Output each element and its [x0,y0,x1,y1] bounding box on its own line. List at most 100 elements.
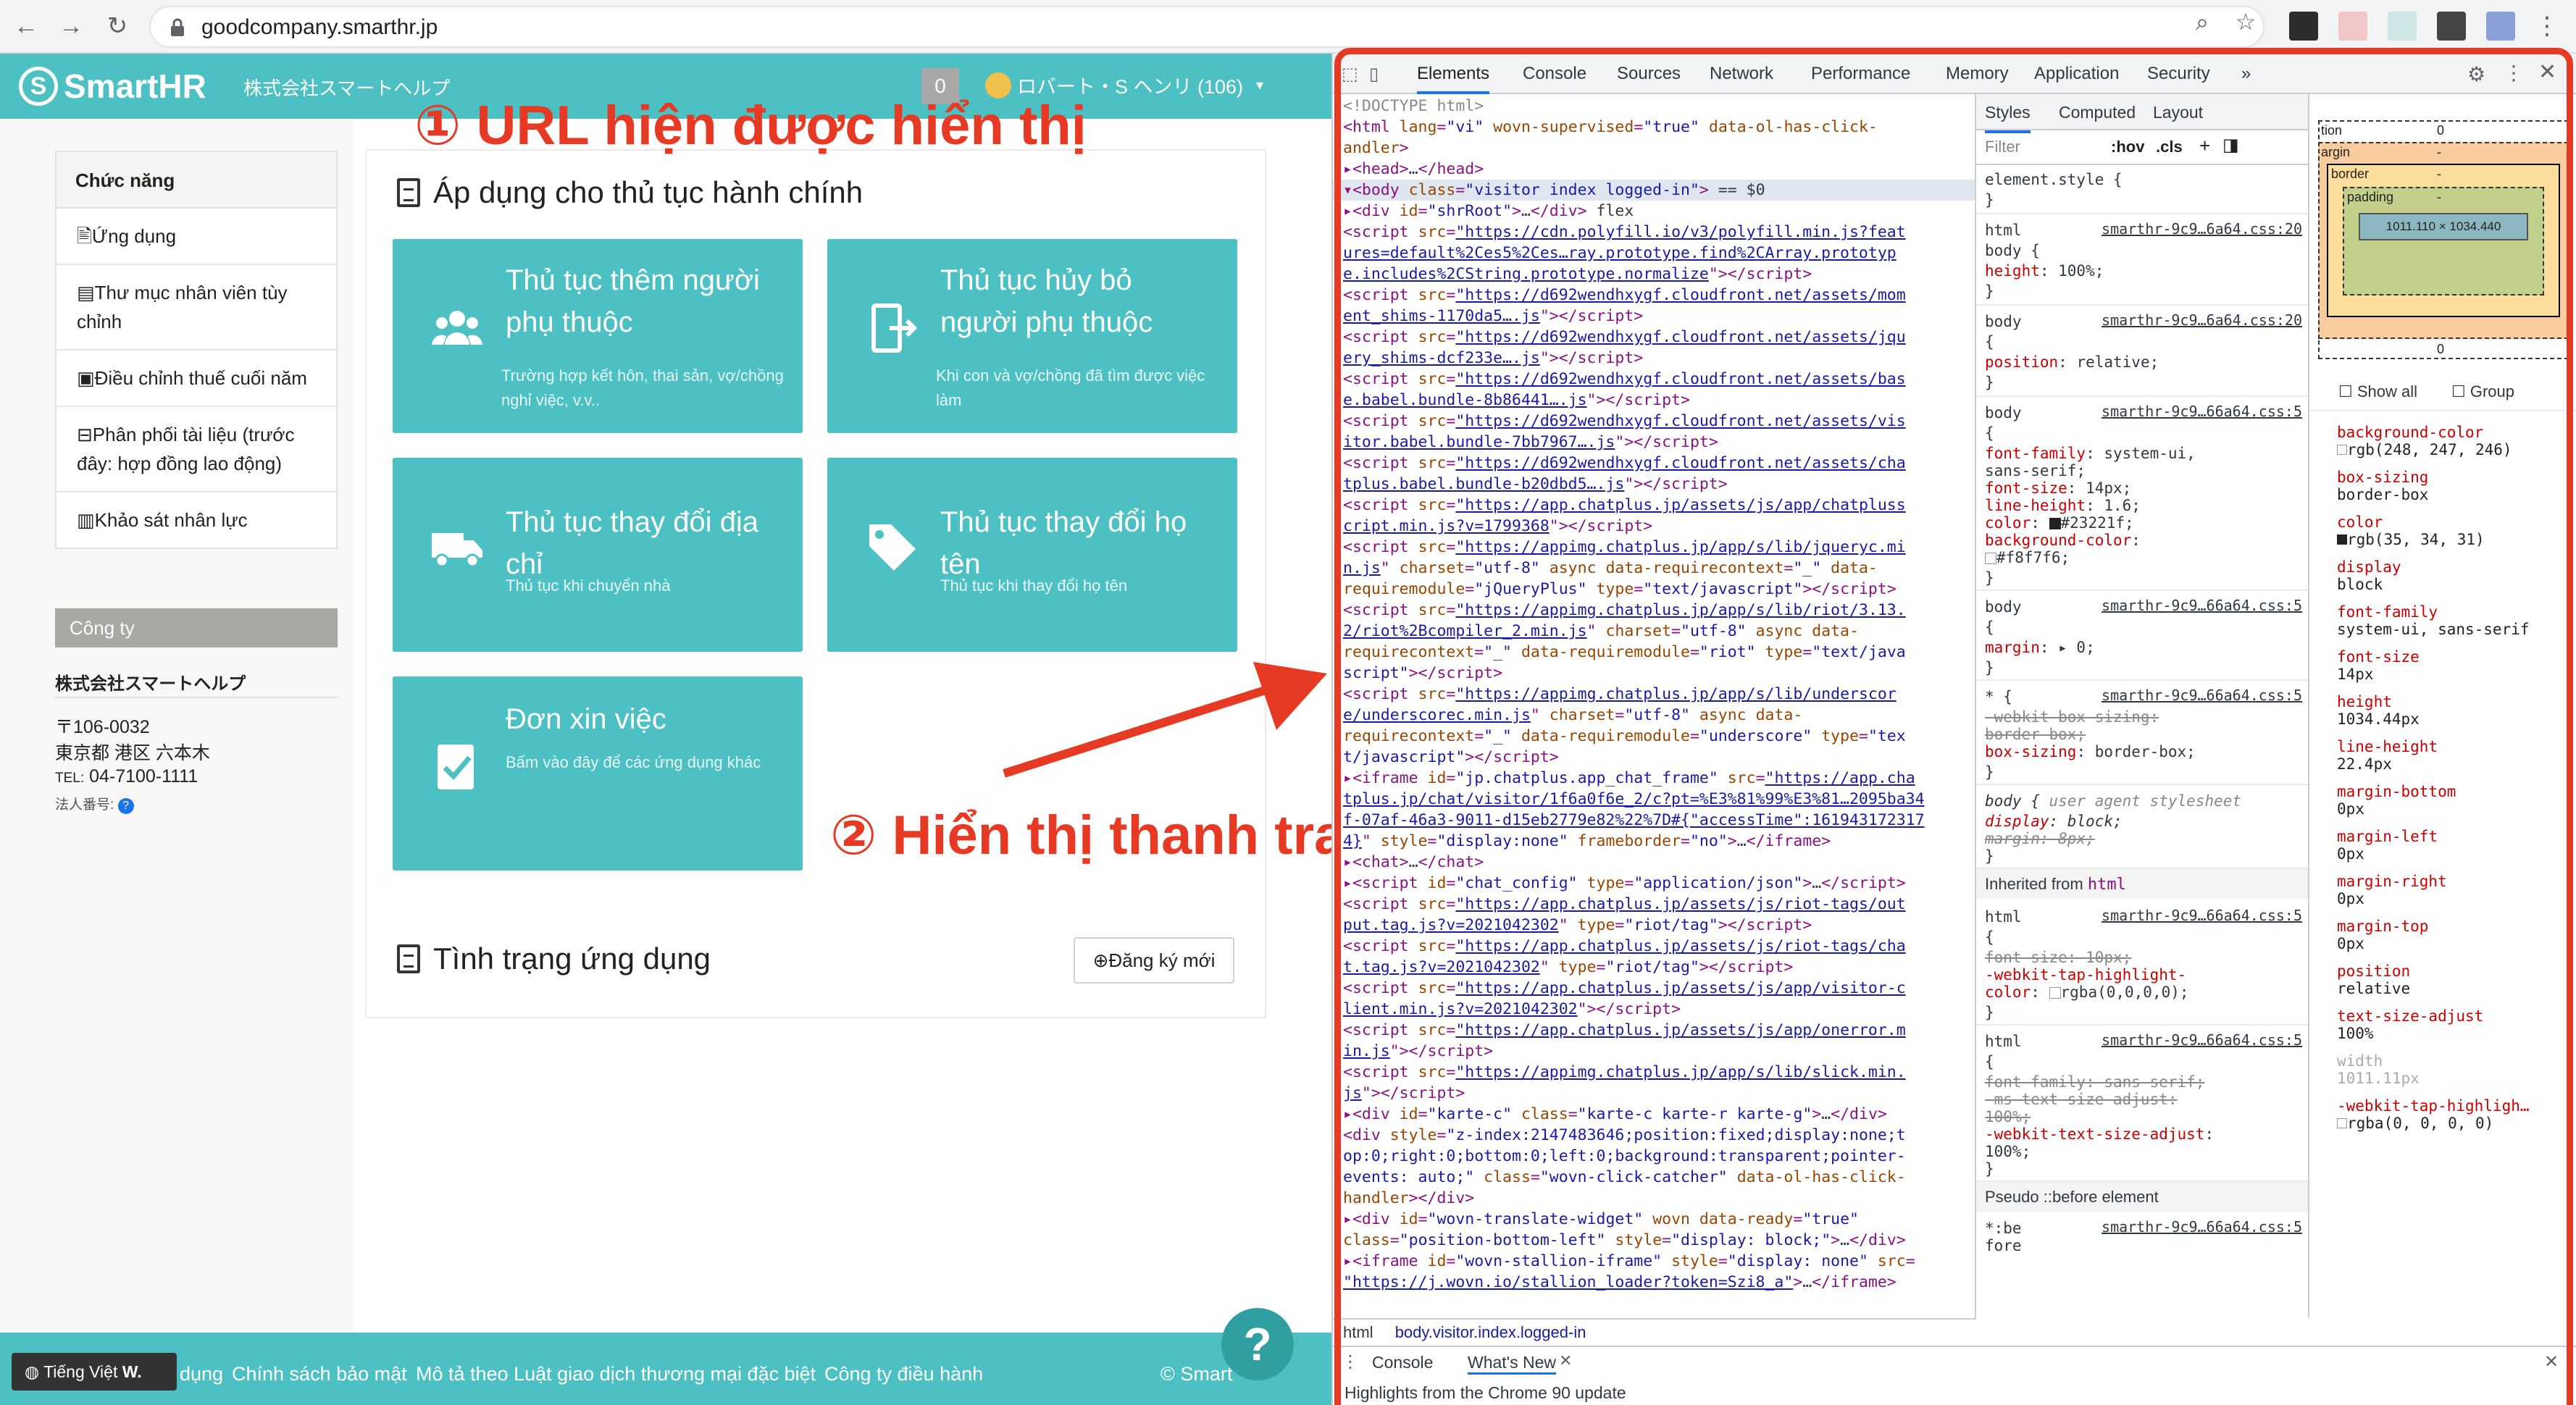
tab-styles[interactable]: Styles [1985,94,2031,133]
computed-prop[interactable]: width [2337,1052,2383,1071]
tab-network[interactable]: Network [1710,54,1773,94]
computed-prop[interactable]: background-color [2337,423,2483,443]
breadcrumb-html[interactable]: html [1343,1323,1373,1341]
computed-prop[interactable]: box-sizing [2337,468,2428,487]
stylesheet-link[interactable]: smarthr-9c9…66a64.css:5 [2102,403,2302,420]
computed-prop[interactable]: font-size [2337,647,2420,667]
dom-line[interactable]: <script src="https://d692wendhxygf.cloud… [1343,285,1906,306]
sidebar-item-applications[interactable]: 🖹Ứng dụng [57,209,336,265]
dom-line[interactable]: lient.min.js?v=2021042302"></script> [1343,999,1681,1020]
computed-prop[interactable]: line-height [2337,737,2438,757]
computed-prop[interactable]: margin-right [2337,872,2447,892]
kebab-menu-icon[interactable]: ⋮ [1342,1351,1359,1372]
computed-prop[interactable]: height [2337,692,2392,712]
dom-line[interactable]: t.tag.js?v=2021042302" type="riot/tag"><… [1343,957,1793,978]
dom-line[interactable]: ▸<iframe id="jp.chatplus.app_chat_frame"… [1343,768,1915,789]
dom-line[interactable]: requiremodule="jQueryPlus" type="text/ja… [1343,579,1897,600]
kebab-menu-icon[interactable]: ⋮ [2504,61,2524,85]
sidebar-item-document-distribution[interactable]: ⊟Phân phối tài liệu (trước đây: hợp đồng… [57,407,336,492]
computed-prop[interactable]: text-size-adjust [2337,1007,2483,1026]
tile-remove-dependent[interactable]: Thủ tục hủy bỏ người phụ thuộc Khi con v… [827,239,1237,433]
forward-icon[interactable]: → [55,10,87,42]
bookmark-star-icon[interactable]: ☆ [2231,7,2260,36]
dom-line[interactable]: ▸<script id="chat_config" type="applicat… [1343,873,1906,894]
dom-line[interactable]: ures=default%2Ces5%2Ces…ray.prototype.fi… [1343,243,1897,264]
rule-line[interactable]: margin: ▸ 0; [1985,637,2095,658]
dom-line[interactable]: tplus.jp/chat/visitor/1f6a0f6e_2/c?pt=%E… [1343,789,1925,810]
dom-line[interactable]: op:0;right:0;bottom:0;left:0;background:… [1343,1146,1906,1167]
tile-add-dependent[interactable]: Thủ tục thêm người phụ thuộc Trường hợp … [393,239,803,433]
dom-line[interactable]: <script src="https://appimg.chatplus.jp/… [1343,600,1906,621]
dom-line[interactable]: itor.babel.bundle-7bb7967….js"></script> [1343,432,1718,453]
cls-toggle[interactable]: .cls [2156,138,2183,156]
stylesheet-link[interactable]: smarthr-9c9…66a64.css:5 [2102,1218,2302,1236]
inspect-element-icon[interactable]: ⬚ [1342,64,1358,85]
dom-line[interactable]: <script src="https://app.chatplus.jp/ass… [1343,978,1906,999]
dom-line[interactable]: ▸<iframe id="wovn-stallion-iframe" style… [1343,1251,1915,1272]
back-icon[interactable]: ← [10,10,42,42]
drawer-tab-whats-new[interactable]: What's New [1468,1353,1556,1375]
dom-line[interactable]: js"></script> [1343,1083,1465,1104]
sidebar-item-survey[interactable]: ▥Khảo sát nhân lực [57,492,336,548]
show-all-checkbox[interactable]: ☐ Show all [2338,382,2417,401]
profile-avatar-icon[interactable] [2486,12,2515,41]
rule-line[interactable]: box-sizing: border-box; [1985,742,2196,762]
device-toggle-icon[interactable]: ▯ [1369,64,1379,85]
stylesheet-link[interactable]: smarthr-9c9…66a64.css:5 [2102,597,2302,614]
tile-job-application[interactable]: Đơn xin việc Bấm vào đây để các ứng dụng… [393,676,803,871]
stylesheet-link[interactable]: smarthr-9c9…66a64.css:5 [2102,1031,2302,1049]
extension-icon[interactable] [2388,12,2417,41]
dom-line[interactable]: andler> [1343,138,1409,159]
dom-line[interactable]: ▸<chat>…</chat> [1343,852,1484,873]
close-icon[interactable]: ✕ [2538,59,2556,85]
computed-prop[interactable]: margin-top [2337,917,2428,936]
styles-filter-input[interactable]: Filter [1985,138,2020,156]
reload-icon[interactable]: ↻ [101,10,133,42]
dom-line[interactable]: ▸<head>…</head> [1343,159,1484,180]
rule-line[interactable]: position: relative; [1985,352,2159,372]
dom-line[interactable]: ▸<div id="shrRoot">…</div> flex [1343,201,1634,222]
inherited-tag[interactable]: html [2088,876,2126,894]
dom-line[interactable]: <script src="https://app.chatplus.jp/ass… [1343,1020,1906,1041]
dom-line[interactable]: <script src="https://d692wendhxygf.cloud… [1343,369,1906,390]
computed-prop[interactable]: margin-bottom [2337,782,2456,802]
address-bar[interactable]: goodcompany.smarthr.jp [149,6,2265,48]
dom-line[interactable]: f-07af-46a3-9011-d15eb2779e82%22%7D#{"ac… [1343,810,1925,831]
sidebar-item-year-end-tax[interactable]: ▣Điều chỉnh thuế cuối năm [57,351,336,407]
extension-icon[interactable] [2338,12,2367,41]
zoom-icon[interactable]: ⌕ [2188,7,2217,36]
dom-line[interactable]: requirecontext="_" data-requiremodule="r… [1343,642,1906,663]
dom-line[interactable]: <script src="https://cdn.polyfill.io/v3/… [1343,222,1906,243]
dom-line[interactable]: e/underscorec.min.js" charset="utf-8" as… [1343,705,1802,726]
dom-line[interactable]: 4}" style="display:none" frameborder="no… [1343,831,1831,852]
dom-line[interactable]: ▸<div id="karte-c" class="karte-c karte-… [1343,1104,1887,1125]
language-switcher[interactable]: ◍ Tiếng Việt W. [12,1353,177,1391]
tab-layout[interactable]: Layout [2153,94,2203,130]
computed-prop[interactable]: display [2337,558,2401,577]
kebab-menu-icon[interactable]: ⋮ [2531,10,2563,42]
rule-line[interactable]: height: 100%; [1985,261,2104,281]
computed-prop[interactable]: margin-left [2337,827,2438,847]
tab-elements[interactable]: Elements [1417,54,1490,94]
stylesheet-link[interactable]: smarthr-9c9…6a64.css:20 [2102,220,2302,238]
dom-line[interactable]: <script src="https://d692wendhxygf.cloud… [1343,327,1906,348]
dom-line[interactable]: ▸<div id="wovn-translate-widget" wovn da… [1343,1209,1859,1230]
chat-help-button[interactable]: ? [1221,1308,1294,1380]
dom-line[interactable]: <script src="https://d692wendhxygf.cloud… [1343,453,1906,474]
dom-line[interactable]: class="position-bottom-left" style="disp… [1343,1230,1906,1251]
stylesheet-link[interactable]: smarthr-9c9…66a64.css:5 [2102,687,2302,704]
tab-computed[interactable]: Computed [2059,94,2136,130]
dom-line[interactable]: ent_shims-1170da5….js"></script> [1343,306,1643,327]
dom-line[interactable]: e.babel.bundle-8b86441….js"></script> [1343,390,1690,411]
dom-line[interactable]: <!DOCTYPE html> [1343,96,1484,117]
add-rule-icon[interactable]: + [2199,135,2210,157]
dom-line[interactable]: <script src="https://appimg.chatplus.jp/… [1343,684,1897,705]
dom-line[interactable]: 2/riot%2Bcompiler_2.min.js" charset="utf… [1343,621,1859,642]
close-drawer-icon[interactable]: ✕ [2544,1351,2559,1372]
help-icon[interactable]: ? [117,798,134,814]
tab-memory[interactable]: Memory [1946,54,2009,94]
dom-line[interactable]: <script src="https://d692wendhxygf.cloud… [1343,411,1906,432]
stylesheet-link[interactable]: smarthr-9c9…66a64.css:5 [2102,907,2302,924]
extension-icon[interactable] [2289,12,2318,41]
dom-line[interactable]: <script src="https://appimg.chatplus.jp/… [1343,1062,1906,1083]
